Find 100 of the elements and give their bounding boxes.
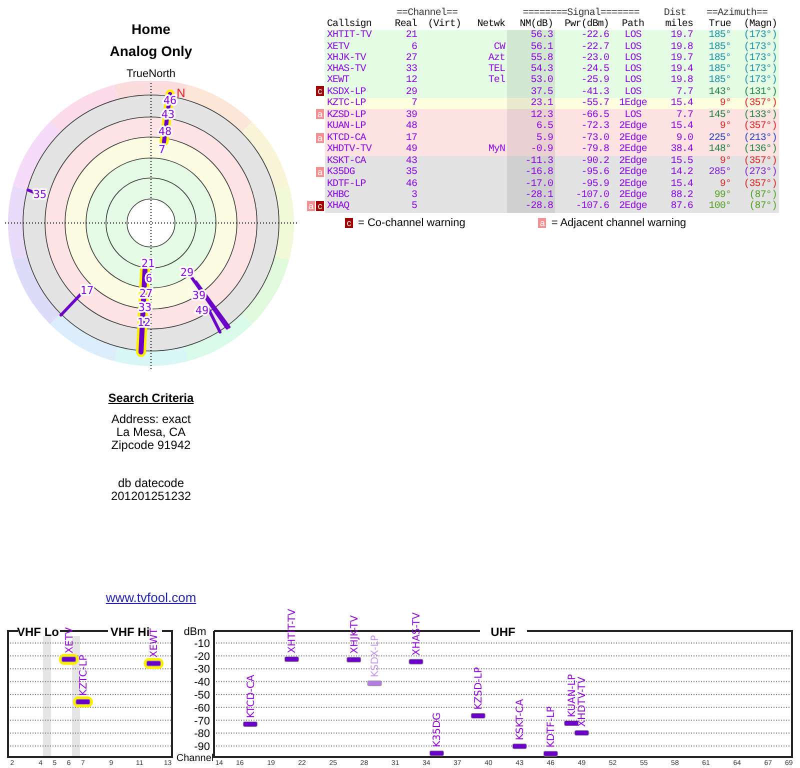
true-north-label: TrueNorth: [126, 67, 176, 81]
table-cell: LOS: [611, 86, 655, 98]
channel-label: 46: [163, 94, 177, 107]
station-label: KSDX-LP: [370, 635, 382, 678]
y-axis-tick-label: -50: [194, 690, 210, 702]
co-channel-warning-badge: c: [316, 201, 324, 212]
table-cell: -23.0: [555, 52, 611, 64]
table-cell: 15.4: [655, 121, 695, 133]
table-cell: (173°): [733, 75, 779, 86]
column-header: Netwk: [463, 19, 507, 30]
table-cell: 5: [391, 201, 419, 213]
channel-label: 21: [141, 257, 155, 270]
table-cell: 49: [391, 144, 419, 156]
table-cell: (357°): [733, 121, 779, 133]
channel-label: 29: [180, 266, 194, 279]
table-cell: 88.2: [655, 190, 695, 202]
table-cell: 15.5: [655, 156, 695, 167]
table-cell: KUAN-LP: [325, 121, 391, 133]
table-cell: -24.5: [555, 64, 611, 76]
adjacent-channel-warning-badge: a: [307, 201, 315, 212]
table-cell: LOS: [611, 64, 655, 76]
table-cell: 185°: [695, 30, 733, 42]
table-cell: -17.0: [507, 178, 555, 190]
table-cell: 37.5: [507, 86, 555, 98]
table-cell: TEL: [463, 64, 507, 76]
table-cell: -22.7: [555, 42, 611, 53]
table-cell: 19.4: [655, 64, 695, 76]
table-cell: 29: [391, 86, 419, 98]
datecode-value: 201201251232: [110, 490, 192, 503]
y-axis-tick-label: -40: [194, 676, 210, 689]
table-cell: 9°: [695, 156, 733, 167]
table-cell: 33: [391, 64, 419, 76]
table-cell: 2Edge: [611, 201, 655, 213]
table-cell: 35: [391, 166, 419, 179]
column-group-header: ==Channel==: [396, 8, 458, 19]
table-cell: 43: [391, 156, 419, 167]
table-cell: KSKT-CA: [325, 156, 391, 167]
table-cell: 148°: [695, 144, 733, 156]
page-subtitle: Analog Only: [110, 42, 192, 60]
table-cell: 54.3: [507, 64, 555, 76]
table-cell: 21: [391, 30, 419, 42]
website-link[interactable]: www.tvfool.com: [106, 591, 196, 605]
channel-label: 7: [158, 143, 166, 156]
table-cell: -0.9: [507, 144, 555, 156]
table-cell: 9°: [695, 98, 733, 110]
table-cell: -16.8: [507, 166, 555, 179]
table-cell: 99°: [695, 190, 733, 202]
table-cell: XHJK-TV: [325, 52, 391, 64]
table-cell: 185°: [695, 75, 733, 86]
table-cell: 87.6: [655, 201, 695, 213]
table-cell: KSDX-LP: [325, 86, 391, 98]
table-cell: 2Edge: [611, 178, 655, 190]
table-cell: 7.7: [655, 86, 695, 98]
table-cell: MyN: [463, 144, 507, 156]
co-channel-warning-badge: c: [345, 218, 353, 228]
table-cell: LOS: [611, 109, 655, 122]
table-cell: -22.6: [555, 30, 611, 42]
column-header: Path: [611, 19, 655, 30]
y-axis-tick-label: -70: [194, 715, 210, 728]
table-cell: (173°): [733, 42, 779, 53]
table-cell: XHBC: [325, 190, 391, 202]
table-cell: (357°): [733, 98, 779, 110]
table-cell: -107.0: [555, 190, 611, 202]
table-cell: -90.2: [555, 156, 611, 167]
table-cell: 225°: [695, 132, 733, 144]
adjacent-channel-warning-badge: a: [316, 166, 324, 177]
band-label: VHF Lo: [17, 625, 59, 639]
station-label: XETV: [64, 627, 76, 654]
station-label: XHDTV-TV: [577, 676, 588, 727]
column-header: Pwr(dBm): [555, 19, 611, 30]
table-cell: 56.1: [507, 42, 555, 53]
table-cell: XHAS-TV: [325, 64, 391, 76]
datecode-label: db datecode: [118, 477, 184, 490]
station-label: XHAS-TV: [412, 612, 422, 656]
y-axis-tick-label: -20: [194, 650, 210, 663]
co-channel-warning-badge: c: [316, 86, 324, 96]
table-cell: 285°: [695, 166, 733, 179]
table-cell: 12: [391, 75, 419, 86]
table-cell: 185°: [695, 52, 733, 64]
table-cell: 185°: [695, 64, 733, 76]
table-cell: 185°: [695, 42, 733, 53]
table-cell: -66.5: [555, 109, 611, 122]
table-cell: XHAQ: [325, 201, 391, 213]
table-cell: 7: [391, 98, 419, 110]
channel-label: 48: [158, 125, 172, 138]
signal-bar: [26, 188, 34, 194]
table-cell: 48: [391, 121, 419, 133]
table-cell: 15.4: [655, 98, 695, 110]
station-label: KUAN-LP: [566, 674, 578, 718]
table-cell: -28.8: [507, 201, 555, 213]
table-cell: 2Edge: [611, 132, 655, 144]
table-cell: CW: [463, 42, 507, 53]
table-cell: 143°: [695, 86, 733, 98]
y-axis-tick-label: -90: [194, 741, 210, 754]
column-header: (Virt): [419, 19, 463, 30]
table-cell: -11.3: [507, 156, 555, 167]
table-cell: 56.3: [507, 30, 555, 42]
table-cell: 9°: [695, 178, 733, 190]
column-header: True: [695, 19, 733, 30]
table-cell: -55.7: [555, 98, 611, 110]
